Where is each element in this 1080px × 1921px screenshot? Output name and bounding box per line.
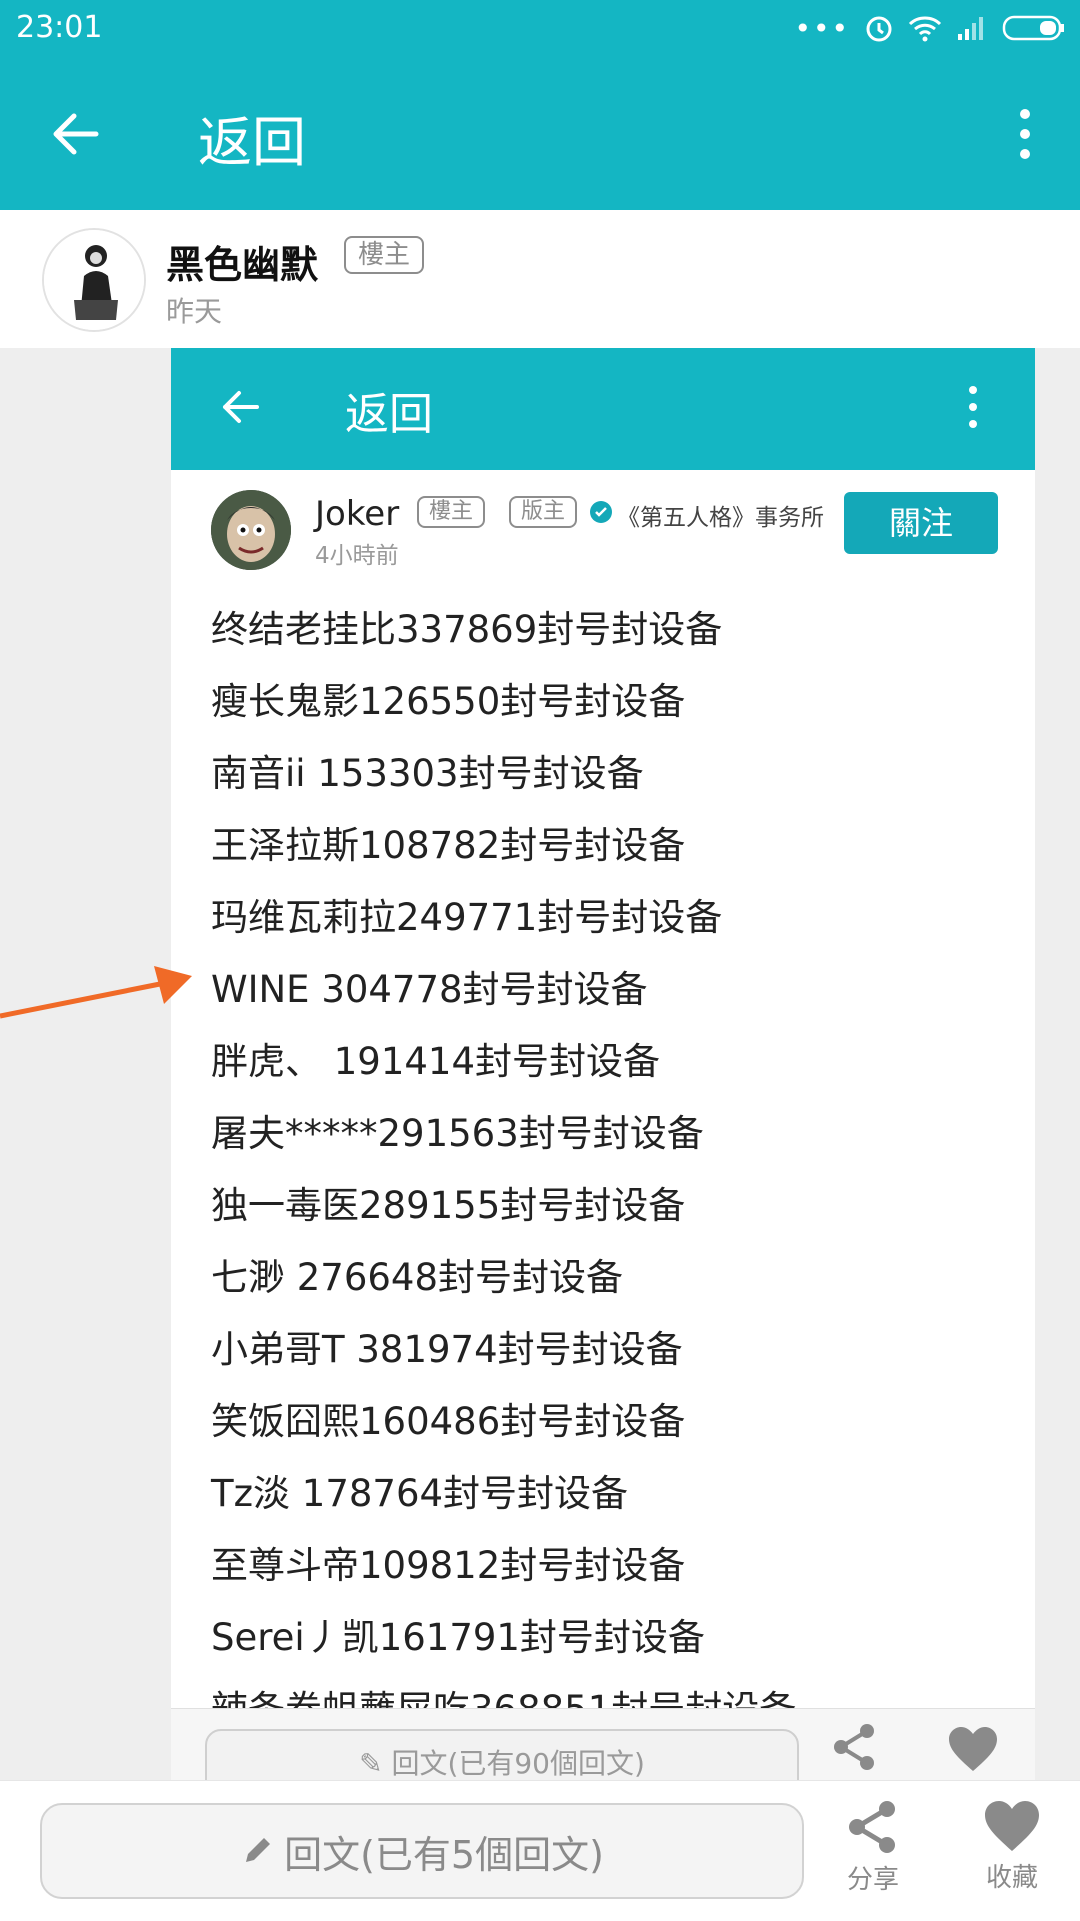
list-item: 王泽拉斯108782封号封设备 [211, 824, 686, 867]
list-item: 至尊斗帝109812封号封设备 [211, 1544, 686, 1587]
embedded-op-badge: 樓主 [417, 496, 486, 528]
embedded-poster-row: Joker 樓主 版主 《第五人格》事务所 4小時前 關注 [171, 470, 1035, 590]
list-item: 胖虎、 191414封号封设备 [211, 1040, 661, 1083]
post-time: 昨天 [166, 295, 223, 328]
list-item: Serei丿凯161791封号封设备 [211, 1616, 705, 1659]
list-item: 玛维瓦莉拉249771封号封设备 [211, 896, 723, 939]
embedded-heart-icon [949, 1727, 997, 1771]
embedded-app-bar: 返回 [171, 348, 1035, 470]
author-name[interactable]: 黑色幽默 [166, 234, 318, 289]
op-badge: 樓主 [344, 236, 425, 274]
alarm-icon [866, 16, 892, 42]
app-bar: 返回 [0, 58, 1080, 210]
embedded-more-vert-icon [969, 386, 977, 428]
list-item: 七渺 276648封号封设备 [211, 1256, 624, 1299]
embedded-post-time: 4小時前 [315, 543, 399, 569]
bottom-bar: 回文(已有5個回文) 分享 收藏 [0, 1780, 1080, 1921]
share-button[interactable]: 分享 [823, 1799, 923, 1896]
verified-check-icon [590, 501, 612, 523]
embedded-follow-button: 關注 [844, 492, 998, 554]
more-vert-icon[interactable] [1010, 104, 1040, 164]
signal-icon [958, 17, 983, 40]
avatar[interactable] [42, 228, 146, 332]
reply-input[interactable]: 回文(已有5個回文) [40, 1803, 804, 1899]
status-icons: ••• [794, 10, 1066, 46]
list-item: WINE 304778封号封设备 [211, 968, 648, 1011]
battery-icon [1002, 15, 1064, 41]
embedded-ban-list: 终结老挂比337869封号封设备 瘦长鬼影126550封号封设备 南音ii 15… [211, 594, 1011, 1746]
favorite-button[interactable]: 收藏 [962, 1799, 1062, 1894]
embedded-moderator-badge: 版主 [509, 496, 578, 528]
favorite-label: 收藏 [985, 1863, 1038, 1893]
embedded-share-icon [834, 1724, 874, 1770]
embedded-group-name: 《第五人格》事务所 [617, 505, 824, 531]
list-item: 独一毒医289155封号封设备 [211, 1184, 686, 1227]
list-item: Tz淡 178764封号封设备 [211, 1472, 629, 1515]
list-item: 南音ii 153303封号封设备 [211, 752, 644, 795]
embedded-poster-name: Joker [315, 494, 400, 534]
more-dots-icon: ••• [794, 11, 850, 45]
avatar-figure-icon [44, 230, 144, 330]
embedded-back-arrow-icon [223, 391, 259, 423]
list-item: 屠夫*****291563封号封设备 [211, 1112, 704, 1155]
app-bar-title[interactable]: 返回 [198, 98, 306, 177]
heart-icon [985, 1801, 1039, 1851]
embedded-bottom-bar: ✎ 回文(已有90個回文) [171, 1708, 1035, 1780]
embedded-app-bar-title: 返回 [345, 389, 433, 440]
status-bar: 23:01 ••• [0, 0, 1080, 58]
list-item: 小弟哥T 381974封号封设备 [211, 1328, 683, 1371]
post-author-row: 黑色幽默 樓主 昨天 [0, 210, 1080, 348]
list-item: 笑饭囧熙160486封号封设备 [211, 1400, 686, 1443]
joker-avatar-icon [211, 490, 291, 570]
back-arrow-icon[interactable] [46, 104, 106, 164]
embedded-reply-placeholder: 回文(已有90個回文) [391, 1747, 645, 1780]
annotation-arrow-icon [0, 966, 192, 1019]
embedded-screenshot[interactable]: 返回 Joker 樓主 版主 《第五人格》事务所 4小時前 關注 终结老挂比33… [171, 348, 1035, 1780]
list-item: 终结老挂比337869封号封设备 [211, 608, 723, 651]
embedded-avatar [211, 490, 291, 570]
status-time: 23:01 [16, 10, 103, 45]
list-item: 瘦长鬼影126550封号封设备 [211, 680, 686, 723]
pencil-icon [246, 1838, 271, 1862]
share-icon [849, 1801, 895, 1853]
reply-placeholder: 回文(已有5個回文) [284, 1832, 604, 1877]
share-label: 分享 [846, 1865, 899, 1895]
wifi-icon [908, 16, 942, 42]
embedded-reply-field: ✎ 回文(已有90個回文) [205, 1729, 799, 1780]
